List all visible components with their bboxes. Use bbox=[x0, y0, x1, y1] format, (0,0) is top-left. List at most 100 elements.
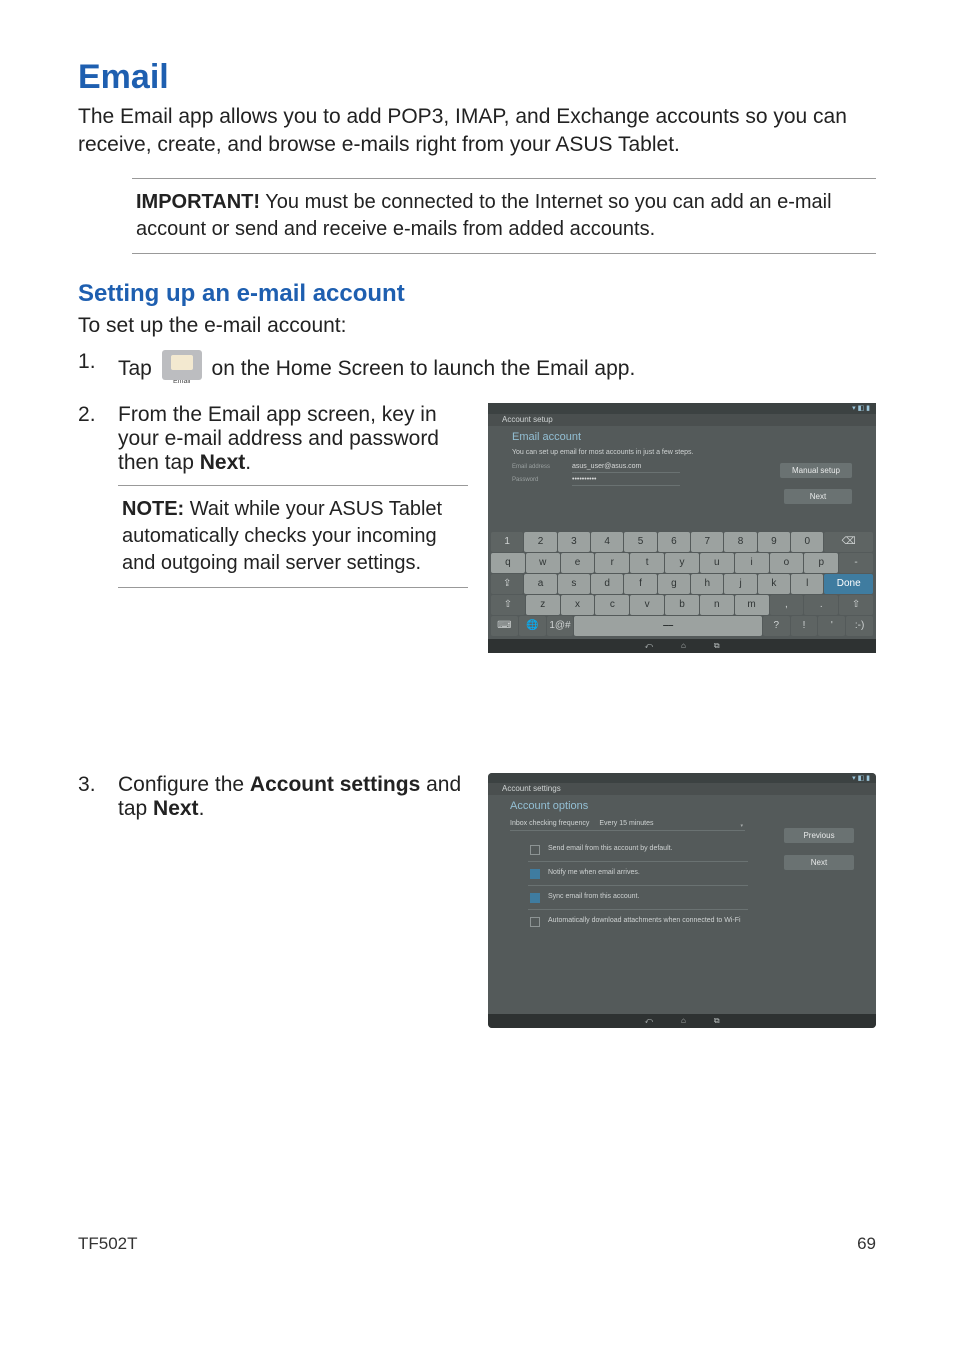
key-s[interactable]: s bbox=[558, 574, 590, 594]
email-field[interactable]: asus_user@asus.com bbox=[572, 463, 680, 473]
option-sync[interactable]: Sync email from this account. bbox=[528, 889, 748, 910]
key-q[interactable]: q bbox=[491, 553, 525, 573]
key-k[interactable]: k bbox=[758, 574, 790, 594]
freq-label: Inbox checking frequency bbox=[510, 820, 589, 827]
email-field-label: Email address bbox=[512, 464, 560, 470]
key-u[interactable]: u bbox=[700, 553, 734, 573]
key-b[interactable]: b bbox=[665, 595, 699, 615]
step3-bold1: Account settings bbox=[250, 773, 420, 796]
onscreen-keyboard[interactable]: 1 2 3 4 5 6 7 8 9 0 ⌫ bbox=[491, 532, 873, 639]
key-smiley[interactable]: :-) bbox=[846, 616, 873, 636]
space-key[interactable]: ⎯⎯ bbox=[574, 616, 762, 636]
shift-key-r[interactable]: ⇧ bbox=[839, 595, 873, 615]
email-app-icon bbox=[162, 350, 202, 380]
next-button[interactable]: Next bbox=[784, 489, 852, 504]
password-field[interactable]: •••••••••• bbox=[572, 476, 680, 486]
key-period[interactable]: . bbox=[804, 595, 838, 615]
step3-bold2: Next bbox=[153, 797, 199, 820]
key-p[interactable]: p bbox=[804, 553, 838, 573]
key-c[interactable]: c bbox=[595, 595, 629, 615]
caps-key[interactable]: ⇪ bbox=[491, 574, 523, 594]
key-r[interactable]: r bbox=[595, 553, 629, 573]
step3-c: . bbox=[199, 797, 205, 820]
backspace-key[interactable]: ⌫ bbox=[824, 532, 873, 552]
option-auto-download[interactable]: Automatically download attachments when … bbox=[528, 913, 748, 933]
step3-text: Configure the Account settings and tap N… bbox=[118, 773, 468, 821]
status-bar: ▾ ◧ ▮ bbox=[488, 773, 876, 783]
key-l[interactable]: l bbox=[791, 574, 823, 594]
key-z[interactable]: z bbox=[526, 595, 560, 615]
key-e[interactable]: e bbox=[561, 553, 595, 573]
back-icon[interactable]: ⤺ bbox=[644, 641, 653, 651]
next-button-2[interactable]: Next bbox=[784, 855, 854, 870]
nav-bar: ⤺ ⌂ ⧉ bbox=[488, 639, 876, 653]
symbols-key[interactable]: 1@# bbox=[547, 616, 574, 636]
option-notify[interactable]: Notify me when email arrives. bbox=[528, 865, 748, 886]
key-0[interactable]: 0 bbox=[791, 532, 823, 552]
note-callout: NOTE: Wait while your ASUS Tablet automa… bbox=[118, 485, 468, 588]
s1-sub: You can set up email for most accounts i… bbox=[512, 449, 852, 456]
option-default-account[interactable]: Send email from this account by default. bbox=[528, 841, 748, 862]
step2-end: . bbox=[245, 451, 251, 474]
key-8[interactable]: 8 bbox=[724, 532, 756, 552]
key-5[interactable]: 5 bbox=[624, 532, 656, 552]
inbox-frequency-dropdown[interactable]: Inbox checking frequency Every 15 minute… bbox=[510, 820, 745, 831]
step2-text: From the Email app screen, key in your e… bbox=[118, 403, 468, 588]
email-app-icon-wrap: Email bbox=[158, 350, 206, 385]
step2-bold: Next bbox=[200, 451, 246, 474]
globe-key[interactable]: 🌐 bbox=[519, 616, 546, 636]
dropdown-triangle-icon: ▾ bbox=[740, 823, 743, 829]
key-j[interactable]: j bbox=[724, 574, 756, 594]
key-question[interactable]: ? bbox=[763, 616, 790, 636]
checkbox-unchecked-icon[interactable] bbox=[530, 845, 540, 855]
key-y[interactable]: y bbox=[665, 553, 699, 573]
key-6[interactable]: 6 bbox=[658, 532, 690, 552]
key-7[interactable]: 7 bbox=[691, 532, 723, 552]
home-icon[interactable]: ⌂ bbox=[681, 1016, 686, 1025]
recents-icon[interactable]: ⧉ bbox=[714, 1016, 720, 1026]
keyboard-icon-key[interactable]: ⌨ bbox=[491, 616, 518, 636]
step-1: Tap Email on the Home Screen to launch t… bbox=[78, 350, 876, 385]
key-9[interactable]: 9 bbox=[758, 532, 790, 552]
page-title: Email bbox=[78, 58, 876, 97]
key-f[interactable]: f bbox=[624, 574, 656, 594]
key-3[interactable]: 3 bbox=[558, 532, 590, 552]
key-h[interactable]: h bbox=[691, 574, 723, 594]
key-comma[interactable]: , bbox=[770, 595, 804, 615]
key-o[interactable]: o bbox=[770, 553, 804, 573]
checkbox-checked-icon[interactable] bbox=[530, 893, 540, 903]
key-1[interactable]: 1 bbox=[491, 532, 523, 552]
key-2[interactable]: 2 bbox=[524, 532, 556, 552]
checkbox-unchecked-icon[interactable] bbox=[530, 917, 540, 927]
key-d[interactable]: d bbox=[591, 574, 623, 594]
key-g[interactable]: g bbox=[658, 574, 690, 594]
opt-3: Automatically download attachments when … bbox=[548, 917, 741, 927]
key-m[interactable]: m bbox=[735, 595, 769, 615]
important-callout: IMPORTANT! You must be connected to the … bbox=[132, 178, 876, 254]
key-dash[interactable]: - bbox=[839, 553, 873, 573]
back-icon[interactable]: ⤺ bbox=[644, 1016, 653, 1026]
recents-icon[interactable]: ⧉ bbox=[714, 641, 720, 651]
key-4[interactable]: 4 bbox=[591, 532, 623, 552]
key-w[interactable]: w bbox=[526, 553, 560, 573]
manual-setup-button[interactable]: Manual setup bbox=[780, 463, 852, 478]
previous-button[interactable]: Previous bbox=[784, 828, 854, 843]
screenshot-2: ▾ ◧ ▮ Account settings Account options I… bbox=[488, 773, 876, 1028]
key-exclaim[interactable]: ! bbox=[791, 616, 818, 636]
done-key[interactable]: Done bbox=[824, 574, 873, 594]
shift-key[interactable]: ⇧ bbox=[491, 595, 525, 615]
home-icon[interactable]: ⌂ bbox=[681, 641, 686, 650]
key-n[interactable]: n bbox=[700, 595, 734, 615]
manual-page: Email The Email app allows you to add PO… bbox=[0, 0, 954, 1280]
screenshot-1: ▾ ◧ ▮ Account setup Email account You ca… bbox=[488, 403, 876, 653]
checkbox-checked-icon[interactable] bbox=[530, 869, 540, 879]
key-a[interactable]: a bbox=[524, 574, 556, 594]
key-t[interactable]: t bbox=[630, 553, 664, 573]
key-apostrophe[interactable]: ' bbox=[818, 616, 845, 636]
key-x[interactable]: x bbox=[561, 595, 595, 615]
opt-1: Notify me when email arrives. bbox=[548, 869, 640, 879]
key-i[interactable]: i bbox=[735, 553, 769, 573]
note-label: NOTE: bbox=[122, 498, 184, 520]
key-v[interactable]: v bbox=[630, 595, 664, 615]
step2-a: From the Email app screen, key in your e… bbox=[118, 403, 439, 474]
